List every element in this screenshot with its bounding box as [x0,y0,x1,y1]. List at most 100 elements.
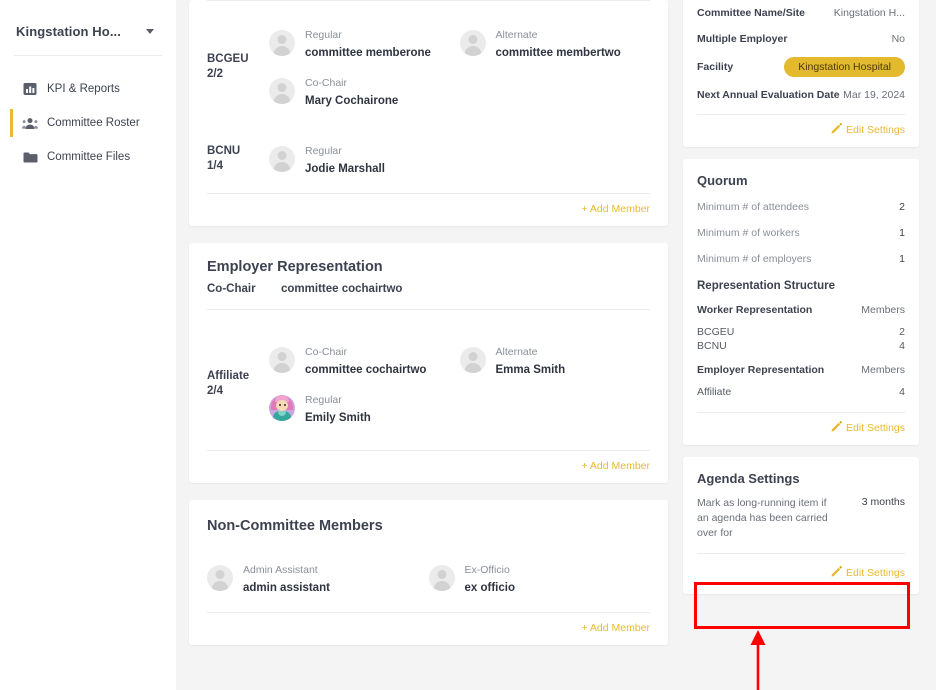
agenda-long-running-row: Mark as long-running item if an agenda h… [683,492,919,551]
member-entry[interactable]: Alternate committee membertwo [459,19,621,67]
member-name: admin assistant [243,582,330,594]
sidebar-item-committee-files[interactable]: Committee Files [0,140,176,174]
member-cell: Admin Assistant admin assistant [207,554,429,602]
pencil-icon [831,421,842,435]
member-name: Emily Smith [305,412,371,424]
member-role: Alternate [495,346,538,358]
sidebar-item-committee-roster[interactable]: Committee Roster [0,106,176,140]
member-name: Mary Cochairone [305,95,399,107]
bar-chart-icon [22,81,38,97]
member-entry[interactable]: Alternate Emma Smith [459,336,565,384]
member-role: Alternate [495,29,538,41]
row-label: Mark as long-running item if an agenda h… [697,497,828,539]
avatar [269,347,295,373]
row-label: Multiple Employer [697,33,788,45]
member-entry[interactable]: Co-Chair Mary Cochairone [269,67,398,115]
member-cell: Regular Emily Smith [269,384,460,432]
non-committee-list: Admin Assistant admin assistant Ex-Offic… [189,546,668,612]
structure-row: BCNU 4 [683,339,919,353]
avatar [269,146,295,172]
avatar [269,30,295,56]
row-value: Mar 19, 2024 [843,89,905,101]
card-footer: + Add Member [189,451,668,483]
worker-representation-card: BCGEU 2/2 Regular committee memberone Al… [189,0,668,226]
sidebar-item-kpi-reports[interactable]: KPI & Reports [0,72,176,106]
add-member-button[interactable]: + Add Member [581,622,650,634]
member-cell [460,384,651,432]
group-members: Co-Chair committee cochairtwo Alternate [269,336,650,432]
member-name: Jodie Marshall [305,163,385,175]
group-tag-name: BCNU [207,145,241,157]
group-tag-name: BCGEU [207,53,249,65]
sidebar: Kingstation Ho... KPI & Reports Committe… [0,0,176,690]
member-cell: Co-Chair committee cochairtwo [269,336,460,384]
member-role: Regular [305,29,342,41]
member-role: Admin Assistant [243,564,318,576]
group-tag-count: 2/2 [207,68,223,80]
sidebar-item-label: KPI & Reports [47,83,120,95]
member-cell: Alternate Emma Smith [459,336,651,384]
member-entry[interactable]: Regular committee memberone [269,19,431,67]
row-label: BCGEU [697,326,735,338]
avatar [459,30,486,56]
member-row: Regular committee memberone Alternate co… [269,19,650,67]
member-cell: Ex-Officio ex officio [428,554,651,602]
row-label: Minimum # of employers [697,253,812,265]
app-root: Kingstation Ho... KPI & Reports Committe… [0,0,936,690]
people-icon [22,115,38,131]
org-switcher[interactable]: Kingstation Ho... [0,0,176,55]
member-role: Ex-Officio [464,564,510,576]
row-value: No [891,33,905,45]
group-members: Regular committee memberone Alternate co… [269,19,650,115]
quorum-card: Quorum Minimum # of attendees 2 Minimum … [683,159,919,445]
add-member-button[interactable]: + Add Member [581,460,650,472]
structure-row: BCGEU 2 [683,320,919,339]
group-tag-count: 1/4 [207,160,223,172]
quorum-row-employers: Minimum # of employers 1 [683,246,919,272]
employer-representation-header: Employer Representation Members [683,353,919,380]
org-name: Kingstation Ho... [16,24,121,39]
member-role: Co-Chair [305,77,348,89]
chevron-down-icon [146,29,154,34]
edit-settings-button[interactable]: Edit Settings [831,123,905,137]
representation-structure-title: Representation Structure [697,280,836,292]
cochair-row: Co-Chair committee cochairtwo [189,283,668,309]
cochair-name: committee cochairtwo [281,283,403,295]
edit-settings-button[interactable]: Edit Settings [831,421,905,435]
member-cell: Regular Jodie Marshall [269,135,460,183]
edit-settings-button[interactable]: Edit Settings [831,566,905,580]
row-value: 2 [899,326,905,338]
card-footer: + Add Member [189,194,668,226]
quorum-row-attendees: Minimum # of attendees 2 [683,194,919,220]
pencil-icon [831,123,842,137]
section-label: Worker Representation [697,304,813,316]
non-committee-members-card: Non-Committee Members Admin Assistant ad… [189,500,668,645]
member-row: Co-Chair committee cochairtwo Alternate [269,336,650,384]
member-entry[interactable]: Regular Emily Smith [269,384,371,432]
member-name: committee cochairtwo [305,364,427,376]
row-label: BCNU [697,340,727,352]
sidebar-item-label: Committee Files [47,151,131,163]
member-role: Regular [305,145,342,157]
sidebar-nav: KPI & Reports Committee Roster Committee… [0,56,176,174]
avatar [207,565,233,591]
card-footer: Edit Settings [683,554,919,594]
annotation-arrow [750,630,766,690]
member-entry[interactable]: Regular Jodie Marshall [269,135,385,183]
member-entry[interactable]: Ex-Officio ex officio [428,554,515,602]
row-label: Committee Name/Site [697,7,805,19]
member-entry[interactable]: Admin Assistant admin assistant [207,554,330,602]
member-row: Regular Jodie Marshall [269,135,650,183]
row-value: 3 months [861,496,905,508]
add-member-button[interactable]: + Add Member [581,203,650,215]
structure-row: Affiliate 4 [683,380,919,402]
member-cell: Regular committee memberone [269,19,460,67]
card-title: Quorum [697,173,748,188]
avatar [428,565,455,591]
group-tag-name: Affiliate [207,370,250,382]
row-value: 2 [899,201,905,213]
member-cell [460,135,651,183]
member-entry[interactable]: Co-Chair committee cochairtwo [269,336,426,384]
edit-settings-label: Edit Settings [846,422,905,434]
row-value: 4 [899,386,905,398]
